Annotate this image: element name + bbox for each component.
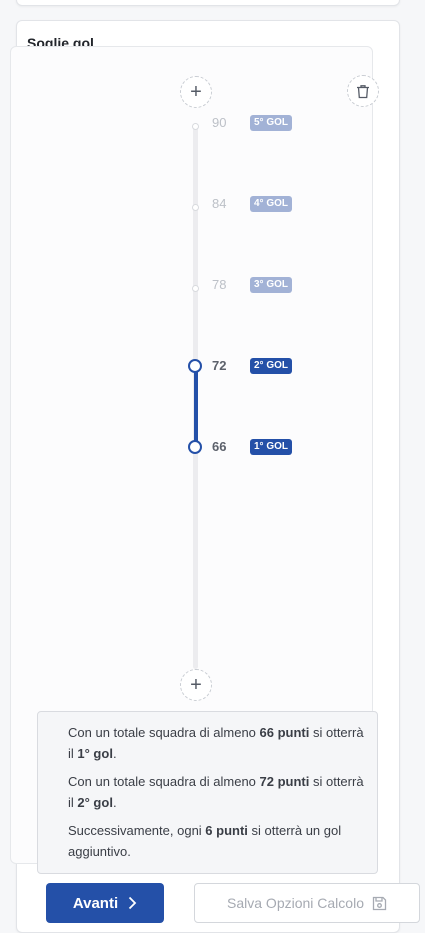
threshold-value-5: 90 [212,115,227,130]
goal-badge-2: 2° GOL [250,358,293,374]
previous-card [16,0,400,6]
threshold-marker-3[interactable] [192,285,199,292]
thresholds-summary: Con un totale squadra di almeno 66 punti… [37,711,378,874]
save-button-label: Salva Opzioni Calcolo [227,895,364,911]
goal-badge-1: 1° GOL [250,439,293,455]
threshold-marker-4[interactable] [192,204,199,211]
threshold-value-1: 66 [212,439,227,454]
next-button[interactable]: Avanti [46,883,164,923]
threshold-value-3: 78 [212,277,227,292]
next-button-label: Avanti [72,894,119,912]
trash-icon [357,84,369,98]
save-options-button[interactable]: Salva Opzioni Calcolo [194,883,420,923]
threshold-handle-1[interactable] [188,440,202,454]
threshold-value-2: 72 [212,358,227,373]
goal-badge-5: 5° GOL [250,115,293,131]
goal-badge-3: 3° GOL [250,277,293,293]
threshold-value-4: 84 [212,196,227,211]
add-threshold-top-button[interactable]: + [180,76,212,108]
summary-line-3: Successivamente, ogni 6 punti si otterrà… [68,823,342,859]
slider-active-segment [193,366,198,447]
plus-icon: + [190,674,202,696]
threshold-marker-5[interactable] [192,123,199,130]
chevron-right-icon [129,896,137,910]
summary-line-2: Con un totale squadra di almeno 72 punti… [68,774,364,810]
plus-icon: + [190,81,202,103]
threshold-handle-2[interactable] [188,359,202,373]
summary-line-1: Con un totale squadra di almeno 66 punti… [68,725,364,761]
goal-badge-4: 4° GOL [250,196,293,212]
save-icon [372,896,387,910]
delete-threshold-button[interactable] [347,75,379,107]
add-threshold-bottom-button[interactable]: + [180,669,212,701]
